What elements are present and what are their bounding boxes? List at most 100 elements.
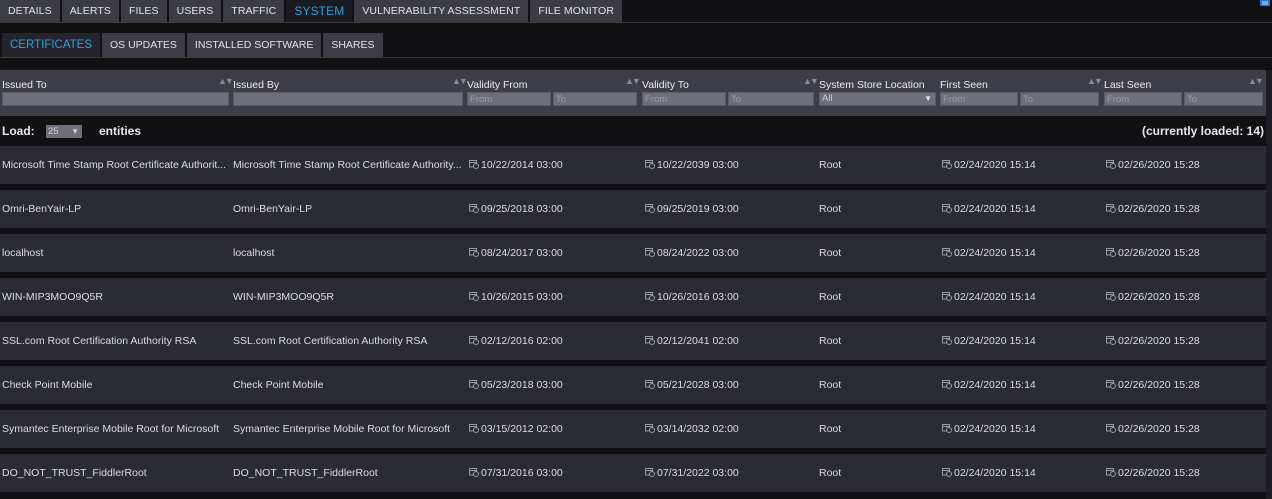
tab-file-monitor[interactable]: FILE MONITOR <box>530 0 623 22</box>
cell-first-seen: 02/24/2020 15:14 <box>942 322 1102 360</box>
date-value: 02/24/2020 15:14 <box>954 203 1036 215</box>
scrollbar[interactable] <box>1266 70 1272 499</box>
date-value: 02/26/2020 15:28 <box>1118 291 1200 303</box>
column-title[interactable]: Issued To <box>2 79 47 91</box>
chevron-down-icon: ▼ <box>924 94 932 103</box>
validity-to-end-input[interactable] <box>728 92 814 106</box>
validity-from-start-input[interactable] <box>467 92 551 106</box>
subtab-shares[interactable]: SHARES <box>323 33 383 57</box>
tab-users[interactable]: USERS <box>168 0 222 22</box>
date-value: 02/26/2020 15:28 <box>1118 423 1200 435</box>
tab-system[interactable]: SYSTEM <box>286 0 353 22</box>
cell-store-location: Root <box>819 379 842 391</box>
sort-arrows-icon[interactable]: ▲▼ <box>218 76 234 86</box>
cell-issued-to: WIN-MIP3MOO9Q5R <box>2 291 103 303</box>
chevron-down-icon: ▼ <box>71 127 79 136</box>
tab-vulnerability-assessment[interactable]: VULNERABILITY ASSESSMENT <box>354 0 529 22</box>
expand-panel-icon[interactable] <box>1260 0 1270 6</box>
calendar-clock-icon <box>1106 468 1116 477</box>
cell-validity-from: 03/15/2012 02:00 <box>469 410 639 448</box>
cell-first-seen: 02/24/2020 15:14 <box>942 234 1102 272</box>
sort-arrows-icon[interactable]: ▲▼ <box>1248 76 1264 86</box>
table-row[interactable]: Symantec Enterprise Mobile Root for Micr… <box>0 410 1266 448</box>
date-value: 02/26/2020 15:28 <box>1118 159 1200 171</box>
cell-validity-to: 10/22/2039 03:00 <box>645 146 815 184</box>
validity-from-end-input[interactable] <box>553 92 637 106</box>
calendar-clock-icon <box>645 160 655 169</box>
sort-arrows-icon[interactable]: ▲▼ <box>803 76 819 86</box>
load-count-value: 25 <box>48 126 59 137</box>
calendar-clock-icon <box>469 380 479 389</box>
sort-arrows-icon[interactable]: ▲▼ <box>625 76 641 86</box>
cell-store-location: Root <box>819 423 842 435</box>
calendar-clock-icon <box>469 336 479 345</box>
table-row[interactable]: localhost localhost 08/24/2017 03:00 08/… <box>0 234 1266 272</box>
calendar-clock-icon <box>942 248 952 257</box>
date-value: 02/24/2020 15:14 <box>954 159 1036 171</box>
table-row[interactable]: DO_NOT_TRUST_FiddlerRoot DO_NOT_TRUST_Fi… <box>0 454 1266 492</box>
subtab-os-updates[interactable]: OS UPDATES <box>102 33 185 57</box>
sort-arrows-icon[interactable]: ▲▼ <box>1087 76 1103 86</box>
cell-first-seen: 02/24/2020 15:14 <box>942 454 1102 492</box>
tab-alerts[interactable]: ALERTS <box>61 0 119 22</box>
calendar-clock-icon <box>469 424 479 433</box>
column-last-seen: Last Seen ▲▼ <box>1102 70 1266 116</box>
first-seen-end-input[interactable] <box>1020 92 1099 106</box>
last-seen-end-input[interactable] <box>1184 92 1263 106</box>
cell-store-location: Root <box>819 335 842 347</box>
tab-traffic[interactable]: TRAFFIC <box>223 0 285 22</box>
date-value: 10/22/2039 03:00 <box>657 159 739 171</box>
cell-issued-to: Symantec Enterprise Mobile Root for Micr… <box>2 423 220 435</box>
first-seen-start-input[interactable] <box>940 92 1018 106</box>
date-value: 02/26/2020 15:28 <box>1118 379 1200 391</box>
calendar-clock-icon <box>1106 248 1116 257</box>
column-system-store-location: System Store Location All ▼ <box>817 70 938 116</box>
column-filter-panel: Issued To ▲▼ Issued By ▲▼ Validity From … <box>0 70 1266 116</box>
date-value: 02/24/2020 15:14 <box>954 335 1036 347</box>
date-value: 08/24/2022 03:00 <box>657 247 739 259</box>
column-title[interactable]: Validity From <box>467 79 527 91</box>
cell-first-seen: 02/24/2020 15:14 <box>942 146 1102 184</box>
subtab-installed-software[interactable]: INSTALLED SOFTWARE <box>186 33 322 57</box>
load-count-select[interactable]: 25 ▼ <box>46 125 82 138</box>
column-title[interactable]: First Seen <box>940 79 988 91</box>
issued-by-filter-input[interactable] <box>233 92 463 106</box>
table-row[interactable]: Check Point Mobile Check Point Mobile 05… <box>0 366 1266 404</box>
cell-first-seen: 02/24/2020 15:14 <box>942 278 1102 316</box>
cell-issued-by: Check Point Mobile <box>233 379 324 391</box>
column-title[interactable]: System Store Location <box>819 79 925 91</box>
table-row[interactable]: WIN-MIP3MOO9Q5R WIN-MIP3MOO9Q5R 10/26/20… <box>0 278 1266 316</box>
store-filter-select[interactable]: All ▼ <box>819 92 936 106</box>
column-title[interactable]: Last Seen <box>1104 79 1151 91</box>
calendar-clock-icon <box>1106 204 1116 213</box>
column-title[interactable]: Issued By <box>233 79 279 91</box>
tab-details[interactable]: DETAILS <box>0 0 60 22</box>
cell-issued-to: SSL.com Root Certification Authority RSA <box>2 335 197 347</box>
cell-validity-from: 02/12/2016 02:00 <box>469 322 639 360</box>
cell-validity-from: 10/22/2014 03:00 <box>469 146 639 184</box>
validity-to-start-input[interactable] <box>642 92 726 106</box>
calendar-clock-icon <box>1106 380 1116 389</box>
calendar-clock-icon <box>942 292 952 301</box>
issued-to-filter-input[interactable] <box>2 92 229 106</box>
table-row[interactable]: Omri-BenYair-LP Omri-BenYair-LP 09/25/20… <box>0 190 1266 228</box>
calendar-clock-icon <box>1106 160 1116 169</box>
table-row[interactable]: SSL.com Root Certification Authority RSA… <box>0 322 1266 360</box>
entities-label: entities <box>99 124 142 138</box>
sort-arrows-icon[interactable]: ▲▼ <box>452 76 468 86</box>
main-tab-bar: DETAILS ALERTS FILES USERS TRAFFIC SYSTE… <box>0 0 1272 23</box>
last-seen-start-input[interactable] <box>1104 92 1182 106</box>
load-bar: Load: 25 ▼ entities (currently loaded: 1… <box>0 124 1266 140</box>
cell-last-seen: 02/26/2020 15:28 <box>1106 366 1264 404</box>
cell-last-seen: 02/26/2020 15:28 <box>1106 322 1264 360</box>
table-row[interactable]: Microsoft Time Stamp Root Certificate Au… <box>0 146 1266 184</box>
subtab-certificates[interactable]: CERTIFICATES <box>2 33 100 57</box>
column-title[interactable]: Validity To <box>642 79 689 91</box>
cell-last-seen: 02/26/2020 15:28 <box>1106 454 1264 492</box>
date-value: 02/26/2020 15:28 <box>1118 467 1200 479</box>
column-validity-to: Validity To ▲▼ <box>640 70 819 116</box>
cell-validity-to: 02/12/2041 02:00 <box>645 322 815 360</box>
tab-files[interactable]: FILES <box>120 0 167 22</box>
cell-validity-from: 10/26/2015 03:00 <box>469 278 639 316</box>
cell-issued-to: Check Point Mobile <box>2 379 93 391</box>
